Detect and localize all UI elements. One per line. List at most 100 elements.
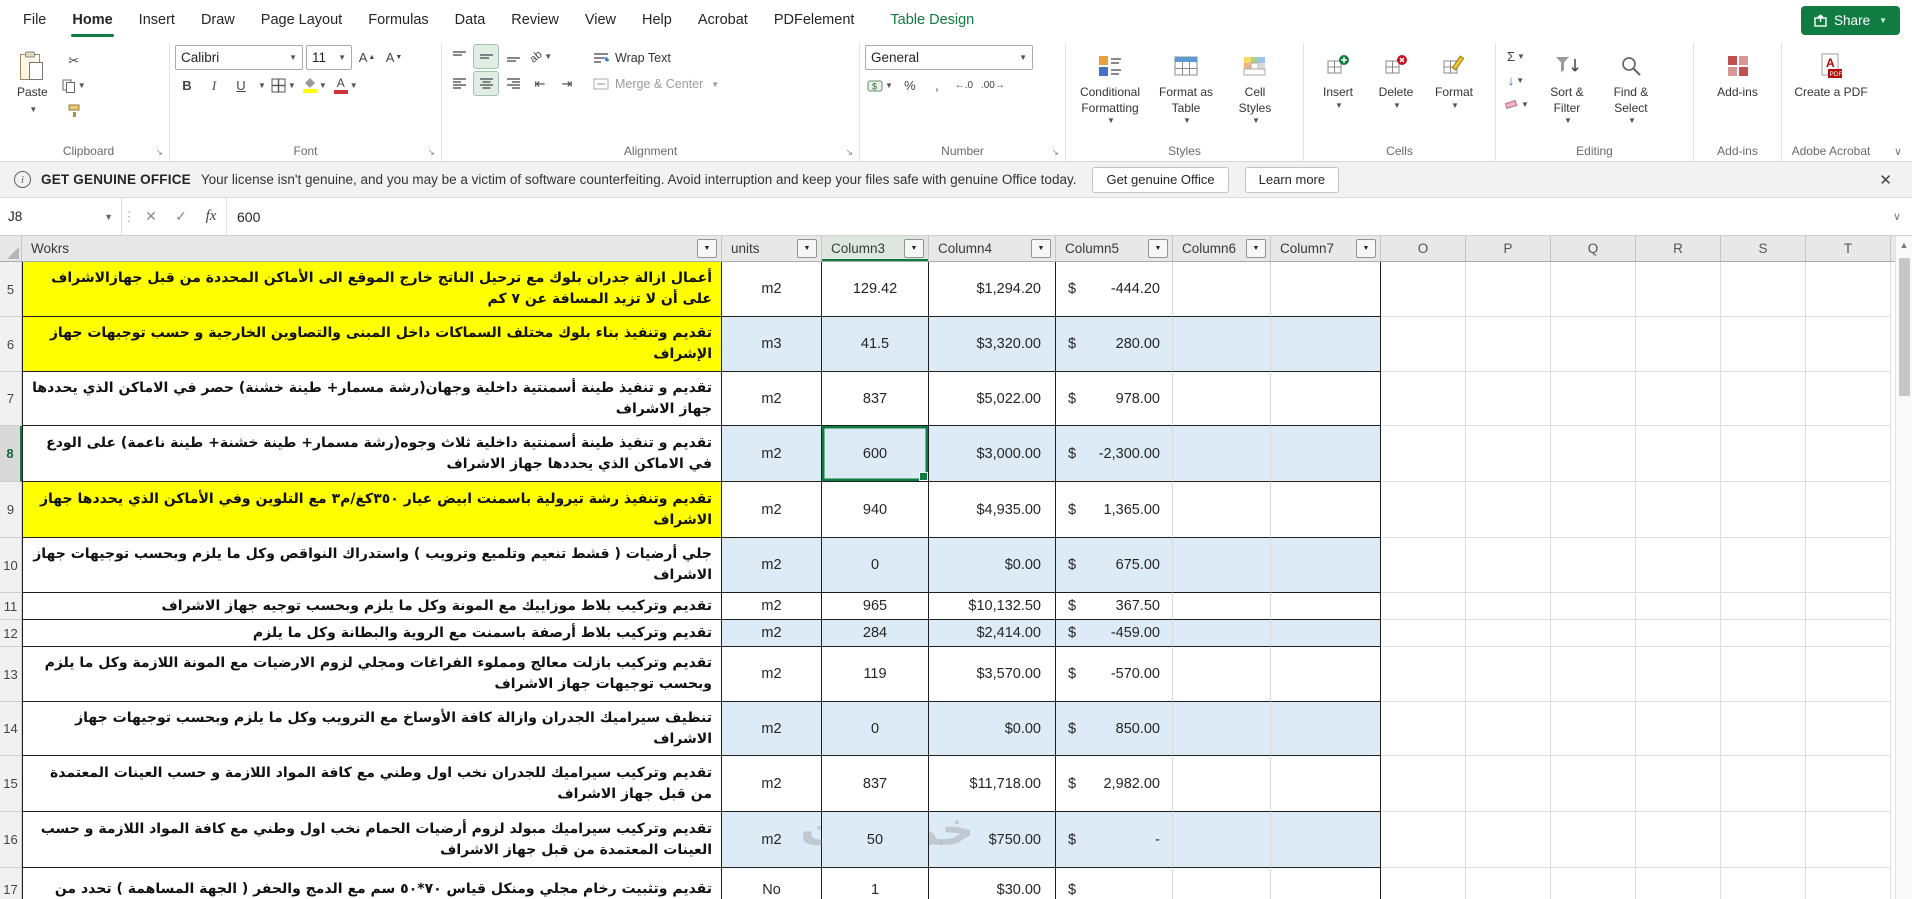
clipboard-dialog-launcher-icon[interactable]: ↘ bbox=[155, 148, 163, 157]
cell-empty[interactable] bbox=[1381, 482, 1466, 538]
cell-column6[interactable] bbox=[1173, 756, 1271, 812]
column-header-q[interactable]: Q bbox=[1551, 236, 1636, 261]
row-number[interactable]: 12 bbox=[0, 620, 22, 647]
cell-column6[interactable] bbox=[1173, 812, 1271, 868]
cell-empty[interactable] bbox=[1466, 702, 1551, 756]
cell-empty[interactable] bbox=[1636, 868, 1721, 899]
cell-unit[interactable]: No bbox=[722, 868, 822, 899]
column-header-o[interactable]: O bbox=[1381, 236, 1466, 261]
cell-unit[interactable]: m2 bbox=[722, 647, 822, 702]
cell-empty[interactable] bbox=[1466, 538, 1551, 593]
cell-empty[interactable] bbox=[1721, 756, 1806, 812]
cell-description[interactable]: تقديم وتنفيذ بناء بلوك مختلف السماكات دا… bbox=[22, 317, 722, 372]
cell-description[interactable]: تقديم وتركيب بلاط موزاييك مع المونة وكل … bbox=[22, 593, 722, 620]
cell-unit[interactable]: m2 bbox=[722, 426, 822, 482]
cell-amount[interactable]: $10,132.50 bbox=[929, 593, 1056, 620]
cell-description[interactable]: تقديم وتركيب بازلت معالج ومملوء الفراغات… bbox=[22, 647, 722, 702]
cell-balance[interactable]: $ 1,365.00 bbox=[1056, 482, 1173, 538]
enter-icon[interactable]: ✓ bbox=[166, 198, 196, 235]
cell-quantity[interactable]: 837 bbox=[822, 756, 929, 812]
cell-amount[interactable]: $1,294.20 bbox=[929, 262, 1056, 317]
bold-button[interactable]: B bbox=[175, 74, 199, 97]
align-bottom-button[interactable] bbox=[501, 45, 525, 68]
cut-button[interactable]: ✂ bbox=[60, 49, 88, 72]
row-number[interactable]: 15 bbox=[0, 756, 22, 812]
cell-empty[interactable] bbox=[1806, 317, 1891, 372]
select-all-corner[interactable] bbox=[0, 236, 22, 261]
format-as-table-button[interactable]: Format as Table ▼ bbox=[1149, 45, 1223, 129]
menu-tab-acrobat[interactable]: Acrobat bbox=[685, 0, 761, 40]
cell-empty[interactable] bbox=[1466, 372, 1551, 426]
cell-empty[interactable] bbox=[1636, 262, 1721, 317]
cell-empty[interactable] bbox=[1551, 756, 1636, 812]
menu-tab-formulas[interactable]: Formulas bbox=[355, 0, 441, 40]
share-button[interactable]: Share ▼ bbox=[1801, 5, 1900, 35]
column-header-r[interactable]: R bbox=[1636, 236, 1721, 261]
decrease-indent-button[interactable]: ⇤ bbox=[528, 72, 552, 95]
cell-empty[interactable] bbox=[1551, 593, 1636, 620]
percent-style-button[interactable]: % bbox=[898, 74, 922, 97]
cell-empty[interactable] bbox=[1721, 372, 1806, 426]
row-number[interactable]: 5 bbox=[0, 262, 22, 317]
cell-empty[interactable] bbox=[1806, 426, 1891, 482]
menu-tab-insert[interactable]: Insert bbox=[126, 0, 188, 40]
cell-column7[interactable] bbox=[1271, 262, 1381, 317]
cell-unit[interactable]: m3 bbox=[722, 317, 822, 372]
cell-empty[interactable] bbox=[1806, 262, 1891, 317]
column-header-column4[interactable]: Column4 ▼ bbox=[929, 236, 1056, 261]
find-select-button[interactable]: Find & Select ▼ bbox=[1599, 45, 1663, 129]
cell-empty[interactable] bbox=[1721, 426, 1806, 482]
cell-balance[interactable]: $ bbox=[1056, 868, 1173, 899]
cell-empty[interactable] bbox=[1636, 620, 1721, 647]
close-banner-button[interactable]: ✕ bbox=[1873, 171, 1898, 189]
cell-description[interactable]: تقديم وتركيب بلاط أرصفة باسمنت مع الروية… bbox=[22, 620, 722, 647]
row-number[interactable]: 7 bbox=[0, 372, 22, 426]
get-genuine-office-button[interactable]: Get genuine Office bbox=[1092, 166, 1229, 193]
cell-empty[interactable] bbox=[1721, 812, 1806, 868]
cell-empty[interactable] bbox=[1551, 538, 1636, 593]
underline-dropdown-icon[interactable]: ▼ bbox=[258, 81, 266, 90]
cell-quantity[interactable]: 50 bbox=[822, 812, 929, 868]
cell-unit[interactable]: m2 bbox=[722, 756, 822, 812]
menu-tab-home[interactable]: Home bbox=[59, 0, 125, 40]
filter-icon[interactable]: ▼ bbox=[697, 239, 717, 258]
formula-input[interactable]: 600 bbox=[226, 198, 1882, 235]
cell-empty[interactable] bbox=[1636, 372, 1721, 426]
decrease-font-size-button[interactable]: A ▼ bbox=[382, 46, 406, 69]
cell-balance[interactable]: $ 675.00 bbox=[1056, 538, 1173, 593]
column-header-p[interactable]: P bbox=[1466, 236, 1551, 261]
cell-empty[interactable] bbox=[1551, 426, 1636, 482]
cell-column6[interactable] bbox=[1173, 317, 1271, 372]
autosum-button[interactable]: Σ ▼ bbox=[1501, 45, 1531, 68]
cell-empty[interactable] bbox=[1721, 593, 1806, 620]
filter-icon[interactable]: ▼ bbox=[1246, 239, 1266, 258]
cell-quantity[interactable]: 0 bbox=[822, 702, 929, 756]
cell-empty[interactable] bbox=[1636, 756, 1721, 812]
wrap-text-button[interactable]: Wrap Text bbox=[589, 45, 723, 71]
cell-empty[interactable] bbox=[1806, 756, 1891, 812]
cell-amount[interactable]: $0.00 bbox=[929, 538, 1056, 593]
filter-icon[interactable]: ▼ bbox=[797, 239, 817, 258]
row-number[interactable]: 11 bbox=[0, 593, 22, 620]
cell-empty[interactable] bbox=[1466, 482, 1551, 538]
cell-balance[interactable]: $ -444.20 bbox=[1056, 262, 1173, 317]
cell-empty[interactable] bbox=[1551, 812, 1636, 868]
font-name-select[interactable]: Calibri ▼ bbox=[175, 45, 303, 70]
font-dialog-launcher-icon[interactable]: ↘ bbox=[427, 148, 435, 157]
row-number[interactable]: 10 bbox=[0, 538, 22, 593]
cell-amount[interactable]: $3,000.00 bbox=[929, 426, 1056, 482]
cell-column7[interactable] bbox=[1271, 756, 1381, 812]
sort-filter-button[interactable]: Sort & Filter ▼ bbox=[1535, 45, 1599, 129]
scroll-up-icon[interactable]: ▲ bbox=[1896, 236, 1912, 254]
cell-empty[interactable] bbox=[1551, 702, 1636, 756]
comma-style-button[interactable]: , bbox=[925, 74, 949, 97]
cell-empty[interactable] bbox=[1806, 593, 1891, 620]
cell-description[interactable]: تقديم وتثبيت رخام مجلي ومنكل قياس ٧٠*٥٠ … bbox=[22, 868, 722, 899]
cell-unit[interactable]: m2 bbox=[722, 262, 822, 317]
cell-empty[interactable] bbox=[1551, 372, 1636, 426]
cell-unit[interactable]: m2 bbox=[722, 538, 822, 593]
column-header-column3[interactable]: Column3 ▼ bbox=[822, 236, 929, 261]
cell-column6[interactable] bbox=[1173, 426, 1271, 482]
menu-tab-table-design[interactable]: Table Design bbox=[877, 0, 987, 40]
formula-bar-expand-icon[interactable]: ∨ bbox=[1882, 198, 1912, 235]
